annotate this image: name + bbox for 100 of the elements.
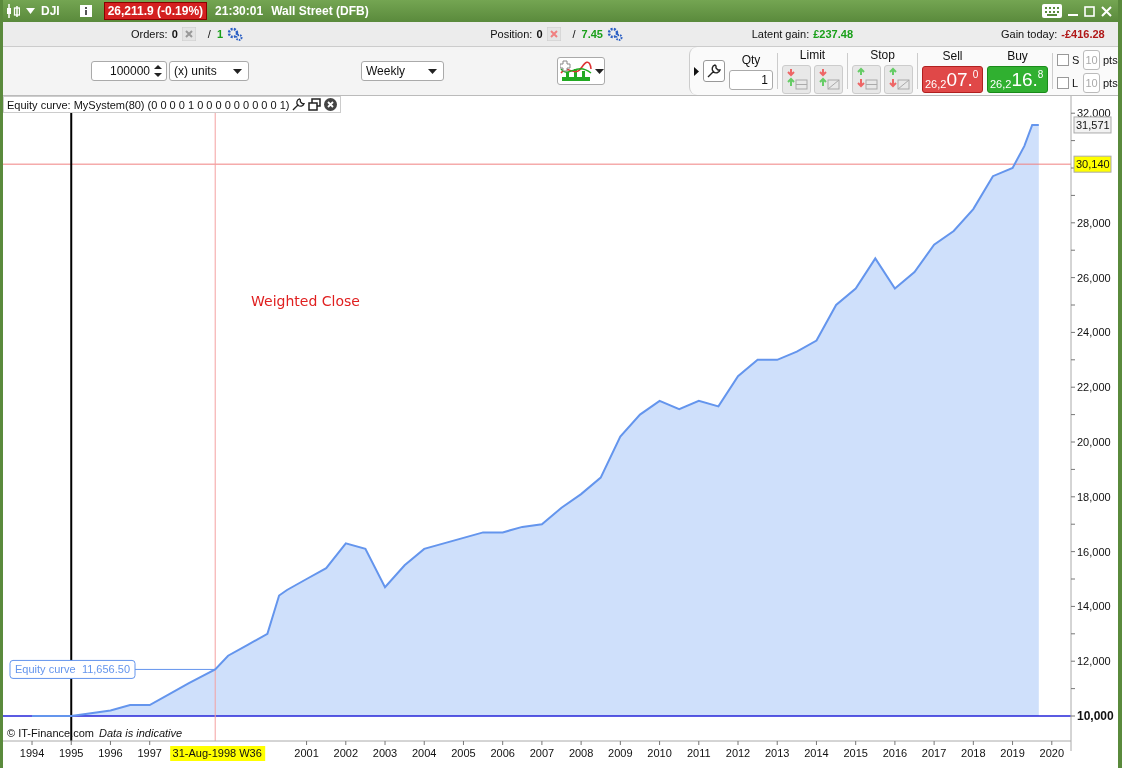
expand-arrow-icon[interactable]	[694, 66, 699, 76]
unit-label: pts	[1103, 53, 1118, 66]
axis-label: 2005	[451, 747, 476, 759]
chart-title: Equity curve: MySystem(80) (0 0 0 0 1 0 0 0 0 0 0 0 0 0 1)	[7, 98, 290, 111]
restore-icon[interactable]	[308, 98, 322, 111]
keyboard-icon[interactable]	[1042, 4, 1062, 18]
axis-label: 28,000	[1077, 216, 1111, 229]
axis-label: 14,000	[1077, 600, 1111, 613]
pending-value: 7.45	[581, 28, 603, 40]
axis-label: 2019	[1000, 747, 1025, 759]
caret-icon[interactable]	[26, 8, 35, 14]
stop-label: Stop	[870, 48, 895, 62]
loss-value: -£416.28	[1061, 28, 1105, 40]
axis-label: 2009	[608, 747, 633, 759]
qty-field[interactable]: 1	[729, 69, 773, 90]
axis-label: 2016	[882, 747, 908, 759]
axis-label: 2002	[333, 747, 359, 759]
axis-label: 2013	[765, 747, 790, 759]
settings-button[interactable]	[703, 60, 725, 82]
axis-label: 2001	[294, 747, 319, 759]
price-label: 30,140	[1073, 155, 1112, 173]
axis-label: 2018	[961, 747, 986, 759]
stop-order-button[interactable]	[884, 65, 913, 94]
clock-time: 21:30:01	[215, 4, 264, 18]
market-name: Wall Street (DFB)	[271, 4, 369, 18]
separator-slash: /	[207, 28, 211, 40]
checkbox[interactable]	[1057, 53, 1069, 66]
symbol-name[interactable]: DJI	[41, 4, 60, 18]
axis-label: 22,000	[1077, 381, 1111, 394]
buy-label: Buy	[1007, 49, 1028, 63]
axis-label: 10,000	[1077, 709, 1114, 723]
maximize-icon[interactable]	[1084, 5, 1095, 17]
axis-label: 1996	[98, 747, 123, 759]
points-field[interactable]: 10	[1083, 72, 1100, 93]
axis-label: 16,000	[1077, 545, 1111, 558]
separator-slash: /	[572, 28, 576, 40]
chart-annotation: Weighted Close	[251, 293, 360, 309]
dropdown-arrow-icon	[595, 68, 604, 74]
qty-label: Qty	[741, 52, 761, 67]
limit-order-button[interactable]	[814, 65, 843, 94]
axis-label: 20,000	[1077, 436, 1111, 448]
axis-label: 12,000	[1077, 655, 1111, 668]
period-dropdown[interactable]: Weekly	[361, 61, 444, 81]
price-badge: 26,211.9 (-0.19%)	[103, 2, 208, 20]
wrench-icon[interactable]	[292, 98, 306, 111]
date-cursor-label: 31-Aug-1998 W36	[170, 746, 266, 761]
indicator-chart-icon	[560, 59, 592, 83]
info-label: Gain today:	[1001, 28, 1058, 40]
axis-label: 26,000	[1077, 271, 1111, 284]
axis-label: 24,000	[1077, 326, 1111, 339]
checkbox[interactable]	[1057, 76, 1069, 89]
pending-value: 1	[216, 28, 223, 40]
stop-order-button[interactable]	[852, 65, 881, 94]
axis-label: 2008	[568, 747, 594, 759]
gears-icon[interactable]	[607, 27, 623, 41]
axis-label: 2004	[412, 747, 437, 759]
axis-label: 2006	[490, 747, 515, 759]
option-label: S	[1072, 53, 1080, 66]
dropdown-arrow-icon	[428, 68, 437, 74]
axis-label: 2007	[529, 747, 555, 759]
indicators-button[interactable]	[557, 57, 605, 85]
close-icon[interactable]	[324, 98, 338, 111]
count-value: 0	[536, 28, 543, 40]
option-label: L	[1072, 76, 1080, 89]
axis-label: 2017	[921, 747, 947, 759]
count-value: 0	[171, 28, 178, 40]
quantity-spinner[interactable]: 100000	[91, 61, 167, 81]
gears-icon[interactable]	[227, 27, 243, 41]
candlestick-icon[interactable]	[6, 3, 20, 19]
unit-label: pts	[1103, 76, 1118, 89]
axis-label: 2003	[372, 747, 398, 759]
points-field[interactable]: 10	[1083, 49, 1100, 70]
ref-line-label: 31-Aug-1998 W36	[172, 747, 262, 759]
axis-label: 18,000	[1077, 490, 1111, 503]
axis-label: 1995	[59, 747, 84, 759]
wrench-icon	[707, 64, 721, 78]
axis-label: 2012	[725, 747, 751, 759]
info-label: Position:	[490, 28, 533, 40]
info-icon[interactable]	[79, 5, 92, 17]
dropdown-arrow-icon	[233, 68, 242, 74]
axis-label: 2015	[843, 747, 868, 759]
gain-value: £237.48	[813, 28, 853, 40]
axis-label: 2020	[1039, 747, 1064, 759]
limit-label: Limit	[799, 48, 826, 62]
cancel-icon[interactable]	[546, 27, 561, 41]
axis-label: 2011	[686, 747, 711, 759]
limit-order-button[interactable]	[782, 65, 811, 94]
axis-label: 2014	[804, 747, 829, 759]
axis-label: 1994	[19, 747, 45, 759]
sell-label: Sell	[942, 49, 963, 63]
axis-label: 1997	[137, 747, 162, 759]
cancel-icon[interactable]	[181, 27, 196, 41]
spinner-arrows-icon[interactable]	[154, 64, 162, 78]
disclaimer-text: Data is indicative	[99, 727, 183, 739]
info-label: Orders:	[131, 28, 168, 40]
info-label: Latent gain:	[751, 28, 810, 40]
last-value-label: 31,571	[1073, 116, 1112, 134]
axis-label: 2010	[647, 747, 672, 759]
unit-dropdown[interactable]: (x) units	[169, 61, 249, 81]
value-legend: Equity curve 11,656.50	[9, 659, 136, 679]
